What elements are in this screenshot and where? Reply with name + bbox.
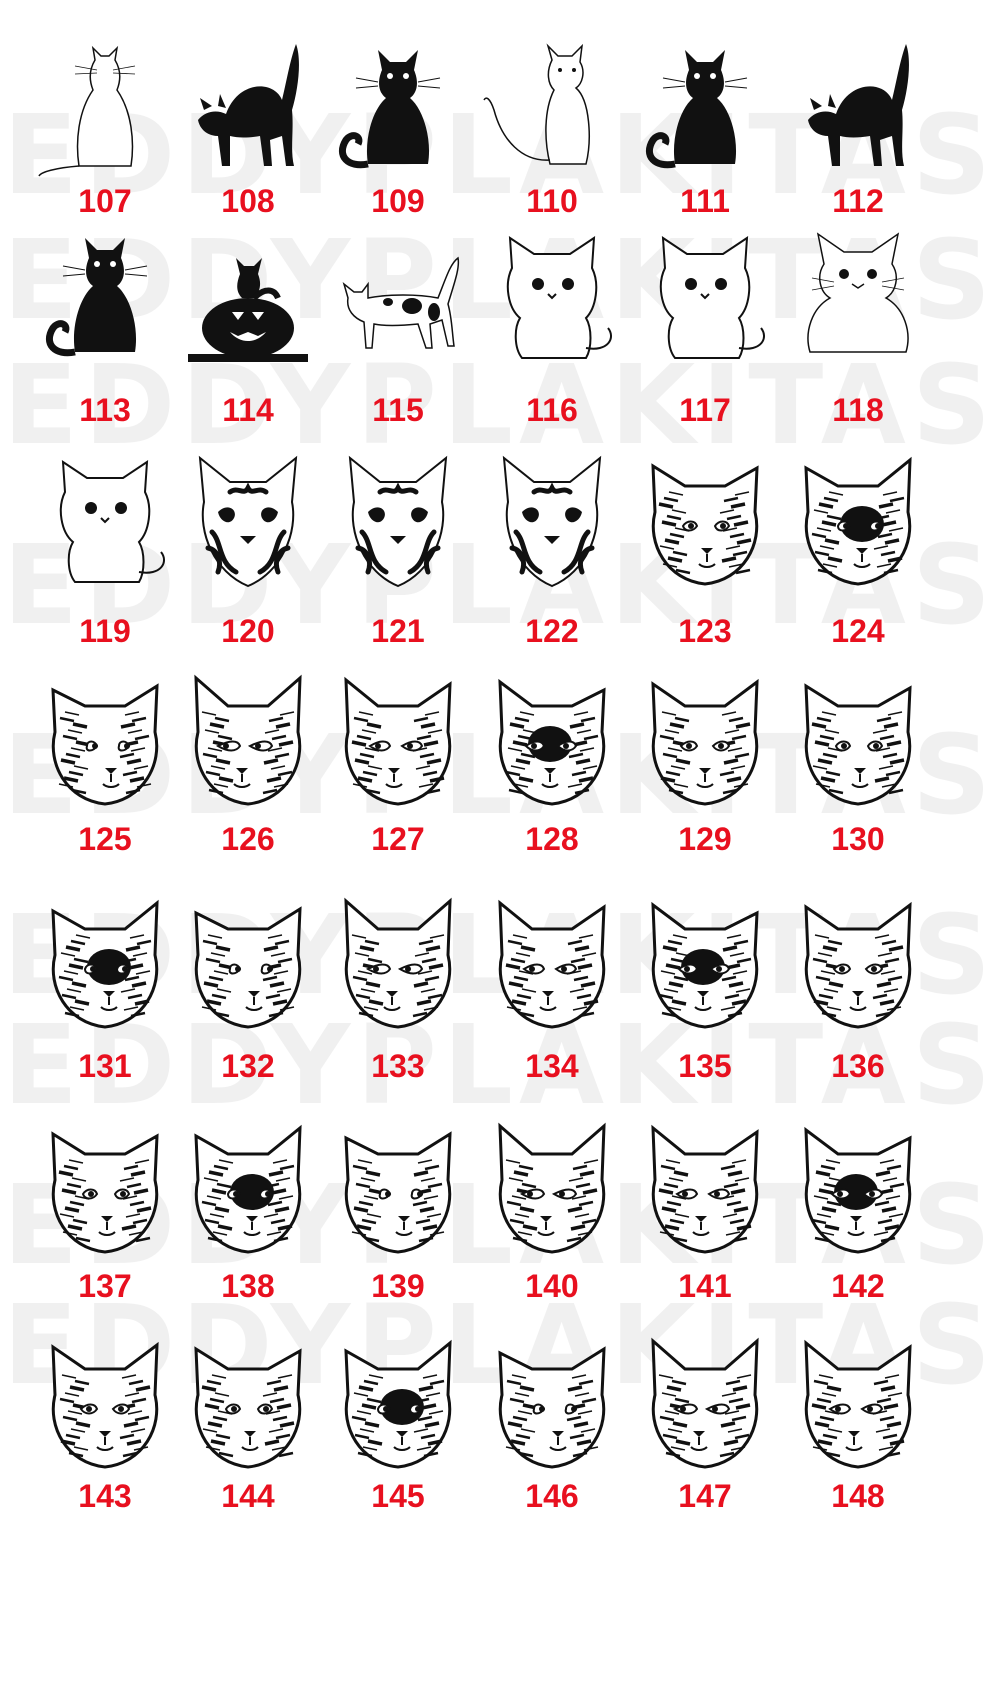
tribal-cat-head-icon [328, 452, 468, 592]
sketch-cat-head-icon [788, 672, 928, 812]
item-number-label: 131 [78, 1048, 132, 1084]
item-number-label: 117 [679, 392, 731, 428]
item-number-label: 145 [371, 1478, 425, 1514]
kitten-icon [788, 228, 928, 368]
spotted-walking-icon [328, 228, 468, 368]
item-number-label: 108 [221, 183, 275, 219]
sketch-cat-head-icon [635, 452, 775, 592]
sketch-cat-head-icon [35, 895, 175, 1035]
item-number-label: 140 [525, 1268, 579, 1304]
item-number-label: 128 [525, 821, 579, 857]
item-number-label: 130 [831, 821, 885, 857]
item-number-label: 142 [831, 1268, 885, 1304]
item-number-label: 119 [79, 613, 131, 649]
item-number-label: 129 [678, 821, 732, 857]
cartoon-cat-icon [635, 228, 775, 368]
item-number-label: 114 [222, 392, 274, 428]
sketch-cat-head-icon [178, 672, 318, 812]
item-number-label: 111 [680, 183, 730, 219]
item-number-label: 148 [831, 1478, 885, 1514]
pumpkin-cat-icon [178, 228, 318, 368]
sketch-cat-head-icon [35, 1335, 175, 1475]
sketch-cat-head-icon [635, 895, 775, 1035]
item-number-label: 133 [371, 1048, 425, 1084]
black-sitting-icon [35, 228, 175, 368]
sketch-cat-head-icon [178, 1120, 318, 1260]
sketch-cat-head-icon [635, 1335, 775, 1475]
sketch-cat-head-icon [482, 1335, 622, 1475]
sketch-cat-head-icon [482, 672, 622, 812]
item-number-label: 134 [525, 1048, 579, 1084]
tribal-cat-head-icon [178, 452, 318, 592]
sketch-cat-head-icon [788, 1120, 928, 1260]
item-number-label: 121 [371, 613, 425, 649]
item-number-label: 122 [525, 613, 579, 649]
sketch-cat-head-icon [788, 452, 928, 592]
item-number-label: 147 [678, 1478, 732, 1514]
item-number-label: 109 [371, 183, 425, 219]
item-number-label: 141 [678, 1268, 732, 1304]
black-arched-icon [788, 40, 928, 180]
cartoon-cat-icon [35, 452, 175, 592]
item-number-label: 107 [78, 183, 132, 219]
outline-back-icon [35, 40, 175, 180]
item-number-label: 113 [79, 392, 131, 428]
sketch-cat-head-icon [178, 895, 318, 1035]
item-number-label: 144 [221, 1478, 275, 1514]
sketch-cat-head-icon [482, 1120, 622, 1260]
sketch-cat-head-icon [635, 1120, 775, 1260]
sketch-cat-head-icon [35, 672, 175, 812]
outline-sitting-icon [482, 40, 622, 180]
item-number-label: 115 [372, 392, 424, 428]
item-number-label: 137 [78, 1268, 132, 1304]
item-number-label: 136 [831, 1048, 885, 1084]
item-number-label: 143 [78, 1478, 132, 1514]
sketch-cat-head-icon [788, 895, 928, 1035]
item-number-label: 124 [831, 613, 885, 649]
sketch-cat-head-icon [788, 1335, 928, 1475]
black-sitting-icon [635, 40, 775, 180]
sketch-cat-head-icon [35, 1120, 175, 1260]
sketch-cat-head-icon [328, 1120, 468, 1260]
cartoon-cat-icon [482, 228, 622, 368]
item-number-label: 110 [526, 183, 578, 219]
item-number-label: 120 [221, 613, 275, 649]
item-number-label: 112 [832, 183, 884, 219]
item-number-label: 132 [221, 1048, 275, 1084]
sketch-cat-head-icon [328, 1335, 468, 1475]
item-number-label: 126 [221, 821, 275, 857]
sketch-cat-head-icon [635, 672, 775, 812]
item-number-label: 125 [78, 821, 132, 857]
tribal-cat-head-icon [482, 452, 622, 592]
sketch-cat-head-icon [328, 895, 468, 1035]
item-number-label: 135 [678, 1048, 732, 1084]
item-number-label: 123 [678, 613, 732, 649]
item-number-label: 146 [525, 1478, 579, 1514]
sketch-cat-head-icon [482, 895, 622, 1035]
black-arched-icon [178, 40, 318, 180]
item-number-label: 127 [371, 821, 425, 857]
item-number-label: 118 [832, 392, 884, 428]
sketch-cat-head-icon [178, 1335, 318, 1475]
item-number-label: 116 [526, 392, 578, 428]
item-number-label: 139 [371, 1268, 425, 1304]
sketch-cat-head-icon [328, 672, 468, 812]
item-number-label: 138 [221, 1268, 275, 1304]
black-sitting-icon [328, 40, 468, 180]
